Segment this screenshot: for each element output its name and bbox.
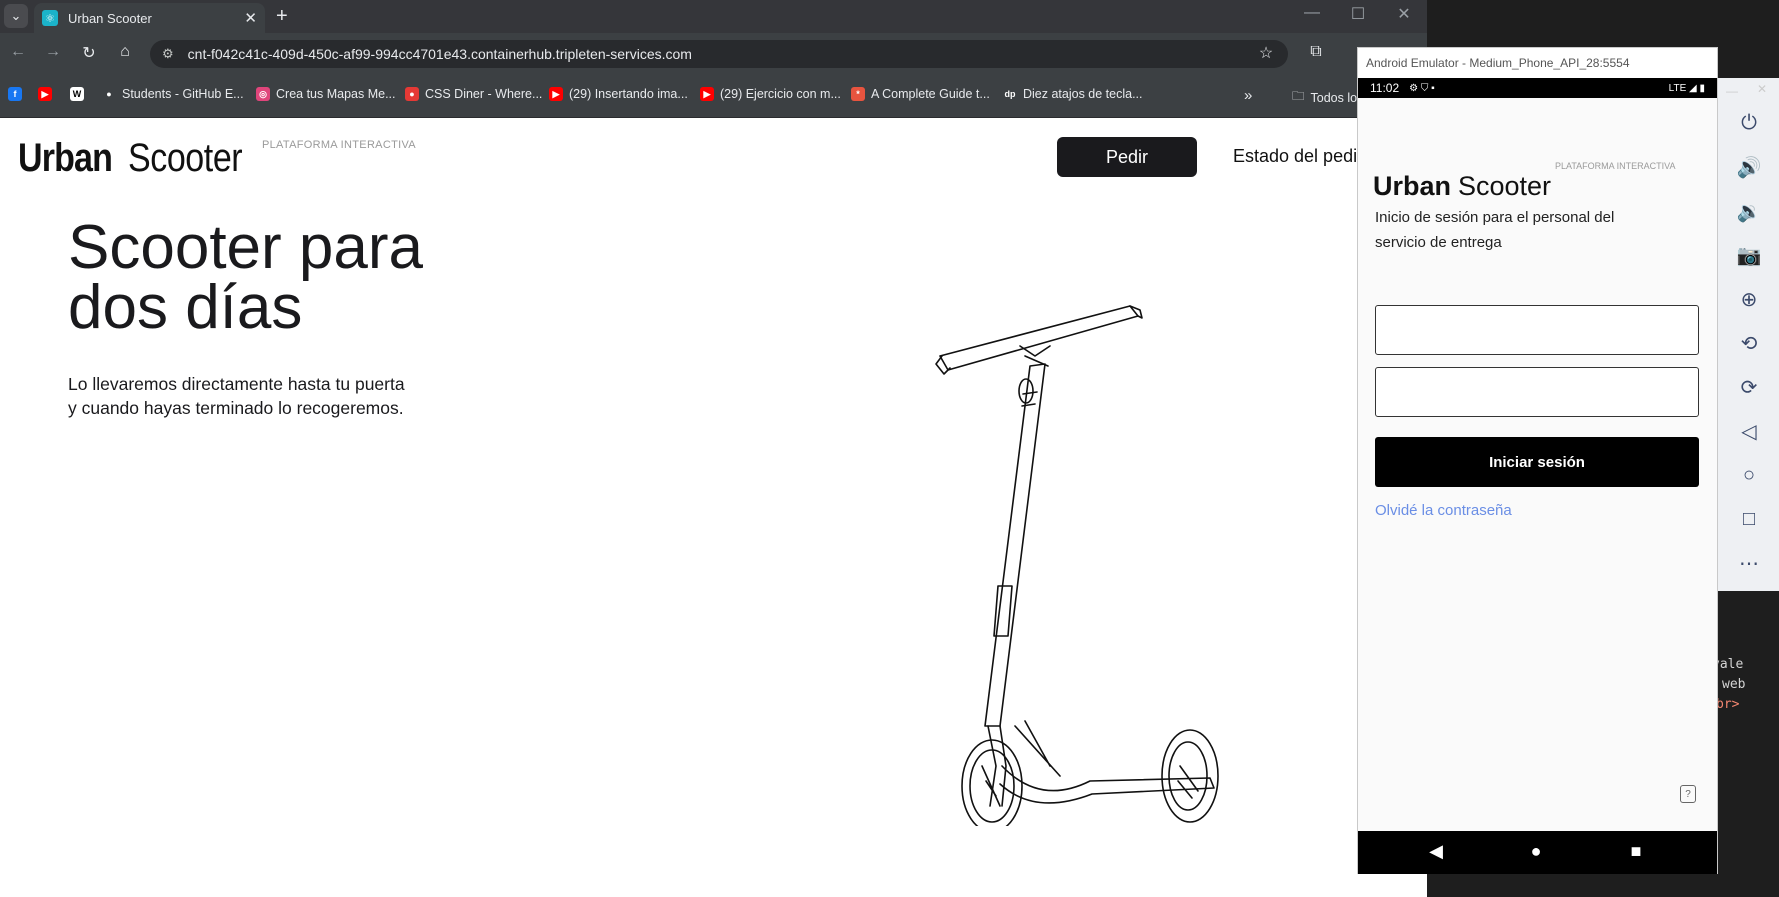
bookmark-label: Crea tus Mapas Me... [276, 87, 396, 101]
emulator-minimize-icon[interactable]: — [1726, 84, 1738, 98]
order-button[interactable]: Pedir [1057, 137, 1197, 177]
home-icon[interactable]: ○ [1730, 456, 1768, 494]
bookmark-item[interactable]: ◎ Crea tus Mapas Me... [256, 87, 396, 101]
bookmark-item[interactable]: ▶ (29) Ejercicio con m... [700, 87, 841, 101]
back-icon[interactable]: ← [7, 43, 29, 61]
bookmark-label: (29) Insertando ima... [569, 87, 688, 101]
nav-home-icon[interactable]: ● [1521, 841, 1551, 862]
all-bookmarks-label: Todos lo [1310, 90, 1358, 105]
order-status-link[interactable]: Estado del pedi [1233, 146, 1357, 167]
bookmark-label: CSS Diner - Where... [425, 87, 543, 101]
bookmark-item[interactable]: ● Students - GitHub E... [102, 87, 244, 101]
nav-overview-icon[interactable]: ■ [1621, 841, 1651, 862]
dp-icon: dp [1004, 89, 1016, 99]
overview-icon[interactable]: □ [1730, 500, 1768, 538]
hero-title-line: Scooter para [68, 213, 423, 282]
hero-title-line: dos días [68, 273, 303, 342]
wikipedia-icon: W [70, 87, 84, 101]
more-icon[interactable]: ⋯ [1730, 544, 1768, 582]
site-info-icon[interactable]: ⚙ [162, 46, 174, 62]
hero-subtitle-line: Lo llevaremos directamente hasta tu puer… [68, 374, 405, 394]
folder-icon: 🗀 [1292, 89, 1305, 103]
all-bookmarks-folder[interactable]: 🗀 Todos lo [1292, 87, 1357, 108]
bookmark-item[interactable]: ▶ [38, 87, 58, 101]
window-close-icon[interactable]: ✕ [1384, 4, 1424, 24]
logo-tagline: PLATAFORMA INTERACTIVA [262, 139, 416, 151]
login-input[interactable] [1375, 305, 1699, 355]
github-icon: ● [106, 89, 112, 99]
camera-icon[interactable]: 📷 [1730, 236, 1768, 274]
browser-tab[interactable]: ⚛ Urban Scooter ✕ [34, 3, 265, 33]
css-tricks-icon: * [851, 87, 865, 101]
emulator-title: Android Emulator - Medium_Phone_API_28:5… [1358, 48, 1717, 78]
bookmark-item[interactable]: dp Diez atajos de tecla... [1003, 87, 1143, 101]
close-tab-icon[interactable]: ✕ [244, 9, 257, 27]
css-diner-icon: ● [405, 87, 419, 101]
bookmark-item[interactable]: f [8, 87, 28, 101]
nav-back-icon[interactable]: ◀ [1421, 841, 1451, 862]
reload-icon[interactable]: ↻ [78, 43, 100, 63]
maps-icon: ◎ [256, 87, 270, 101]
app-logo-urban: Urban [1373, 171, 1452, 201]
bookmark-item[interactable]: * A Complete Guide t... [851, 87, 990, 101]
hero-subtitle-line: y cuando hayas terminado lo recogeremos. [68, 398, 404, 418]
maximize-icon[interactable]: ☐ [1338, 4, 1378, 24]
rotate-right-icon[interactable]: ⟳ [1730, 368, 1768, 406]
volume-down-icon[interactable]: 🔉 [1730, 192, 1768, 230]
network-indicator: LTE ◢ ▮ [1668, 82, 1705, 94]
bookmark-item[interactable]: ▶ (29) Insertando ima... [549, 87, 688, 101]
address-bar[interactable]: ⚙ cnt-f042c41c-409d-450c-af99-994cc4701e… [150, 40, 1288, 68]
rotate-left-icon[interactable]: ⟲ [1730, 324, 1768, 362]
password-input[interactable] [1375, 367, 1699, 417]
react-favicon-icon: ⚛ [42, 10, 58, 26]
tab-search-button[interactable]: ⌄ [4, 4, 28, 28]
web-page: Urban Scooter PLATAFORMA INTERACTIVA Ped… [0, 118, 1427, 897]
code-line: br> [1716, 697, 1740, 712]
volume-up-icon[interactable]: 🔊 [1730, 148, 1768, 186]
bookmark-label: (29) Ejercicio con m... [720, 87, 841, 101]
back-icon[interactable]: ◁ [1730, 412, 1768, 450]
home-icon[interactable]: ⌂ [114, 43, 136, 61]
bookmark-star-icon[interactable]: ☆ [1255, 43, 1277, 63]
clock: 11:02 [1370, 81, 1400, 95]
emulator-close-icon[interactable]: ✕ [1757, 82, 1767, 96]
phone-status-bar: 11:02 ⚙ ⛉ ▪ LTE ◢ ▮ [1358, 78, 1717, 98]
code-line: web [1722, 677, 1746, 692]
bookmark-label: A Complete Guide t... [871, 87, 990, 101]
tab-title: Urban Scooter [68, 10, 152, 26]
new-tab-button[interactable]: + [276, 4, 288, 28]
youtube-icon: ▶ [38, 87, 52, 101]
facebook-icon: f [8, 87, 22, 101]
forgot-password-link[interactable]: Olvidé la contraseña [1375, 502, 1512, 519]
app-subtitle: Inicio de sesión para el personal del se… [1375, 209, 1615, 251]
minimize-icon[interactable]: — [1292, 4, 1332, 22]
login-button[interactable]: Iniciar sesión [1375, 437, 1699, 487]
extensions-icon[interactable]: ⧉ [1305, 43, 1327, 61]
logo-urban: Urban [18, 136, 113, 180]
status-icons: ⚙ ⛉ ▪ [1409, 82, 1435, 94]
youtube-icon: ▶ [700, 87, 714, 101]
bookmark-item[interactable]: ● CSS Diner - Where... [405, 87, 542, 101]
bookmark-item[interactable]: W [70, 87, 90, 101]
hero-title: Scooter para dos días [68, 213, 568, 342]
logo-scooter: Scooter [128, 136, 243, 180]
bookmark-label: Students - GitHub E... [122, 87, 244, 101]
youtube-icon: ▶ [549, 87, 563, 101]
hero-subtitle: Lo llevaremos directamente hasta tu puer… [68, 372, 468, 420]
forward-icon[interactable]: → [42, 43, 64, 61]
zoom-icon[interactable]: ⊕ [1730, 280, 1768, 318]
help-icon[interactable]: ? [1680, 785, 1696, 803]
bookmark-label: Diez atajos de tecla... [1023, 87, 1143, 101]
app-logo-scooter: Scooter [1458, 171, 1552, 201]
url-text: cnt-f042c41c-409d-450c-af99-994cc4701e43… [187, 46, 692, 62]
scooter-illustration [935, 305, 1219, 826]
app-logo-tagline: PLATAFORMA INTERACTIVA [1555, 161, 1676, 171]
more-bookmarks-button[interactable]: » [1244, 87, 1252, 104]
power-icon[interactable]: ⏻ [1730, 104, 1768, 142]
network-label: LTE [1668, 82, 1687, 94]
